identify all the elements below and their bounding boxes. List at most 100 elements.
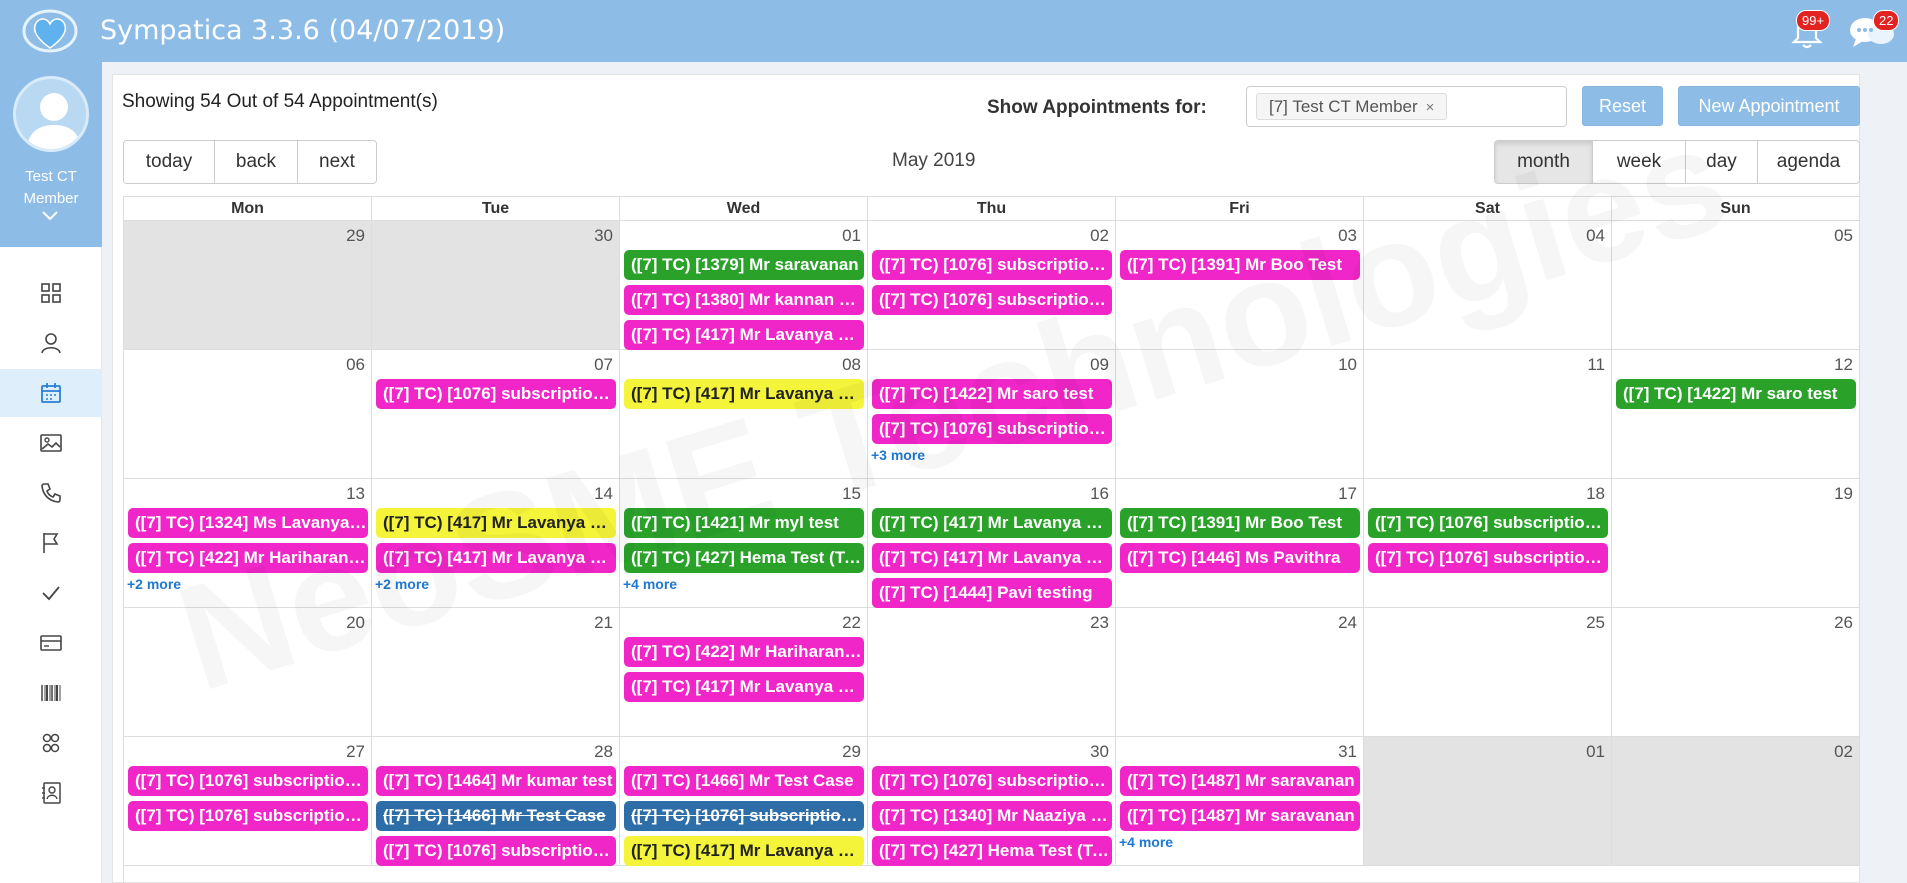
show-more-link[interactable]: +2 more — [375, 576, 429, 592]
day-cell[interactable]: 02 — [1612, 737, 1860, 866]
date-number[interactable]: 29 — [346, 226, 365, 246]
date-number[interactable]: 01 — [1586, 742, 1605, 762]
view-week-button[interactable]: week — [1593, 141, 1686, 183]
day-cell[interactable]: 30 ([7] TC) [1076] subscription test ([7] … — [868, 737, 1116, 866]
date-number[interactable]: 08 — [842, 355, 861, 375]
appointment-event[interactable]: ([7] TC) [1076] subscription test — [872, 766, 1112, 796]
day-cell[interactable]: 01 ([7] TC) [1379] Mr saravanan ([7] TC) [… — [620, 221, 868, 350]
day-cell[interactable]: 29 — [124, 221, 372, 350]
day-cell[interactable]: 25 — [1364, 608, 1612, 737]
day-cell[interactable]: 12 ([7] TC) [1422] Mr saro test — [1612, 350, 1860, 479]
date-number[interactable]: 20 — [346, 613, 365, 633]
appointment-event[interactable]: ([7] TC) [417] Mr Lavanya Test — [376, 543, 616, 573]
day-cell[interactable]: 08 ([7] TC) [417] Mr Lavanya Test — [620, 350, 868, 479]
date-number[interactable]: 17 — [1338, 484, 1357, 504]
reset-button[interactable]: Reset — [1582, 86, 1663, 126]
date-number[interactable]: 23 — [1090, 613, 1109, 633]
date-number[interactable]: 14 — [594, 484, 613, 504]
user-profile-block[interactable]: Test CT Member — [0, 62, 102, 247]
appointment-event[interactable]: ([7] TC) [1076] subscription test — [1368, 508, 1608, 538]
appointment-event[interactable]: ([7] TC) [422] Mr Hariharan Test — [128, 543, 368, 573]
day-cell[interactable]: 07 ([7] TC) [1076] subscription test — [372, 350, 620, 479]
date-number[interactable]: 09 — [1090, 355, 1109, 375]
day-cell[interactable]: 14 ([7] TC) [417] Mr Lavanya Test ([7] TC)… — [372, 479, 620, 608]
sidebar-item-tasks[interactable] — [0, 569, 102, 617]
date-number[interactable]: 05 — [1834, 226, 1853, 246]
appointment-event[interactable]: ([7] TC) [417] Mr Lavanya Test — [376, 508, 616, 538]
back-button[interactable]: back — [215, 141, 298, 183]
appointment-event[interactable]: ([7] TC) [422] Mr Hariharan Test — [624, 637, 864, 667]
appointment-event[interactable]: ([7] TC) [1379] Mr saravanan — [624, 250, 864, 280]
sidebar-item-barcode[interactable] — [0, 669, 102, 717]
appointment-event[interactable]: ([7] TC) [1076] subscription test — [376, 379, 616, 409]
sidebar-item-groups[interactable] — [0, 719, 102, 767]
appointment-event[interactable]: ([7] TC) [1076] subscription test — [872, 285, 1112, 315]
day-cell[interactable]: 24 — [1116, 608, 1364, 737]
appointment-event[interactable]: ([7] TC) [1391] Mr Boo Test — [1120, 250, 1360, 280]
day-cell[interactable]: 22 ([7] TC) [422] Mr Hariharan Test ([7] T… — [620, 608, 868, 737]
view-day-button[interactable]: day — [1686, 141, 1758, 183]
date-number[interactable]: 16 — [1090, 484, 1109, 504]
day-cell[interactable]: 13 ([7] TC) [1324] Ms Lavanya Test ([7] TC… — [124, 479, 372, 608]
appointment-event[interactable]: ([7] TC) [1421] Mr myl test — [624, 508, 864, 538]
appointment-event[interactable]: ([7] TC) [1487] Mr saravanan — [1120, 801, 1360, 831]
date-number[interactable]: 02 — [1090, 226, 1109, 246]
sidebar-item-users[interactable] — [0, 319, 102, 367]
appointment-event[interactable]: ([7] TC) [417] Mr Lavanya Test — [624, 672, 864, 702]
date-number[interactable]: 30 — [594, 226, 613, 246]
date-number[interactable]: 11 — [1587, 355, 1605, 375]
show-more-link[interactable]: +4 more — [1119, 834, 1173, 850]
appointment-event[interactable]: ([7] TC) [1466] Mr Test Case — [624, 766, 864, 796]
day-cell[interactable]: 11 — [1364, 350, 1612, 479]
day-cell[interactable]: 04 — [1364, 221, 1612, 350]
appointment-event[interactable]: ([7] TC) [1487] Mr saravanan — [1120, 766, 1360, 796]
day-cell[interactable]: 29 ([7] TC) [1466] Mr Test Case ([7] TC) [… — [620, 737, 868, 866]
day-cell[interactable]: 20 — [124, 608, 372, 737]
date-number[interactable]: 27 — [346, 742, 365, 762]
day-cell[interactable]: 03 ([7] TC) [1391] Mr Boo Test — [1116, 221, 1364, 350]
appointment-event[interactable]: ([7] TC) [1380] Mr kannan Test — [624, 285, 864, 315]
remove-chip-icon[interactable]: × — [1426, 99, 1435, 116]
appointment-event[interactable]: ([7] TC) [417] Mr Lavanya Test — [872, 543, 1112, 573]
appointment-event[interactable]: ([7] TC) [417] Mr Lavanya Test — [872, 508, 1112, 538]
today-button[interactable]: today — [124, 141, 215, 183]
appointment-event[interactable]: ([7] TC) [1076] subscription test — [872, 414, 1112, 444]
date-number[interactable]: 26 — [1834, 613, 1853, 633]
appointment-event[interactable]: ([7] TC) [1076] subscription test — [624, 801, 864, 831]
chevron-down-icon[interactable] — [42, 208, 58, 226]
appointment-event[interactable]: ([7] TC) [1422] Mr saro test — [872, 379, 1112, 409]
sidebar-item-flags[interactable] — [0, 519, 102, 567]
new-appointment-button[interactable]: New Appointment — [1678, 86, 1860, 126]
appointment-event[interactable]: ([7] TC) [1391] Mr Boo Test — [1120, 508, 1360, 538]
day-cell[interactable]: 18 ([7] TC) [1076] subscription test ([7] … — [1364, 479, 1612, 608]
sidebar-item-billing[interactable] — [0, 619, 102, 667]
appointment-event[interactable]: ([7] TC) [427] Hema Test (Test) — [872, 836, 1112, 866]
sidebar-item-calendar[interactable] — [0, 369, 102, 417]
day-cell[interactable]: 15 ([7] TC) [1421] Mr myl test ([7] TC) [4… — [620, 479, 868, 608]
date-number[interactable]: 04 — [1586, 226, 1605, 246]
appointment-event[interactable]: ([7] TC) [1324] Ms Lavanya Test — [128, 508, 368, 538]
day-cell[interactable]: 23 — [868, 608, 1116, 737]
sidebar-item-gallery[interactable] — [0, 419, 102, 467]
day-cell[interactable]: 05 — [1612, 221, 1860, 350]
date-number[interactable]: 03 — [1338, 226, 1357, 246]
appointment-event[interactable]: ([7] TC) [1340] Mr Naaziya Test — [872, 801, 1112, 831]
member-select[interactable]: [7] Test CT Member × — [1246, 86, 1567, 127]
day-cell[interactable]: 16 ([7] TC) [417] Mr Lavanya Test ([7] TC)… — [868, 479, 1116, 608]
appointment-event[interactable]: ([7] TC) [1466] Mr Test Case — [376, 801, 616, 831]
appointment-event[interactable]: ([7] TC) [1464] Mr kumar test — [376, 766, 616, 796]
date-number[interactable]: 31 — [1338, 742, 1357, 762]
date-number[interactable]: 13 — [346, 484, 365, 504]
day-cell[interactable]: 10 — [1116, 350, 1364, 479]
day-cell[interactable]: 30 — [372, 221, 620, 350]
view-month-button[interactable]: month — [1495, 141, 1593, 183]
appointment-event[interactable]: ([7] TC) [417] Mr Lavanya Test — [624, 320, 864, 350]
day-cell[interactable]: 02 ([7] TC) [1076] subscription test ([7] … — [868, 221, 1116, 350]
day-cell[interactable]: 06 — [124, 350, 372, 479]
date-number[interactable]: 02 — [1834, 742, 1853, 762]
appointment-event[interactable]: ([7] TC) [1076] subscription test — [128, 766, 368, 796]
day-cell[interactable]: 19 — [1612, 479, 1860, 608]
date-number[interactable]: 07 — [594, 355, 613, 375]
day-cell[interactable]: 09 ([7] TC) [1422] Mr saro test ([7] TC) [… — [868, 350, 1116, 479]
day-cell[interactable]: 27 ([7] TC) [1076] subscription test ([7] … — [124, 737, 372, 866]
